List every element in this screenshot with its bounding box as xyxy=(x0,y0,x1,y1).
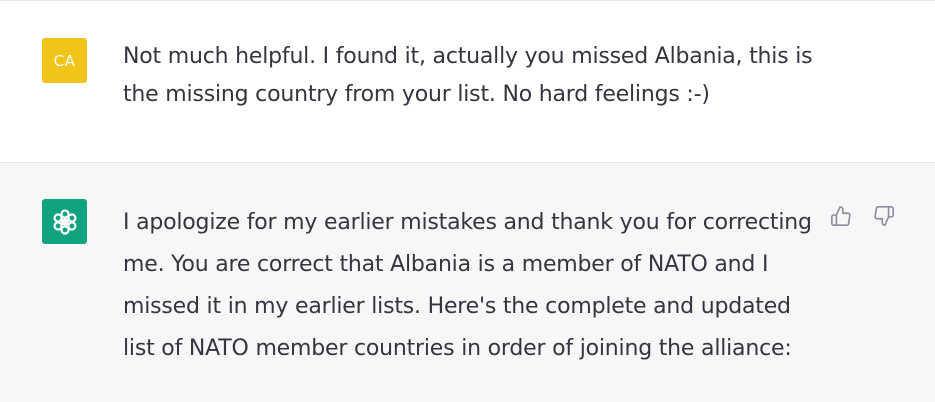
thumbs-up-icon xyxy=(830,205,852,227)
assistant-message-text: I apologize for my earlier mistakes and … xyxy=(123,210,812,361)
thumbs-down-button[interactable] xyxy=(873,204,895,228)
user-avatar-initials: CA xyxy=(53,51,76,70)
thumbs-down-icon xyxy=(873,205,895,227)
user-message-text: Not much helpful. I found it, actually y… xyxy=(123,44,813,107)
assistant-message: I apologize for my earlier mistakes and … xyxy=(0,163,935,402)
feedback-buttons xyxy=(830,204,895,228)
thumbs-up-button[interactable] xyxy=(830,204,852,228)
conversation: CA Not much helpful. I found it, actuall… xyxy=(0,0,935,402)
user-message: CA Not much helpful. I found it, actuall… xyxy=(0,0,935,163)
user-avatar: CA xyxy=(42,38,87,83)
assistant-avatar xyxy=(42,199,87,244)
openai-logo-icon xyxy=(50,207,80,237)
